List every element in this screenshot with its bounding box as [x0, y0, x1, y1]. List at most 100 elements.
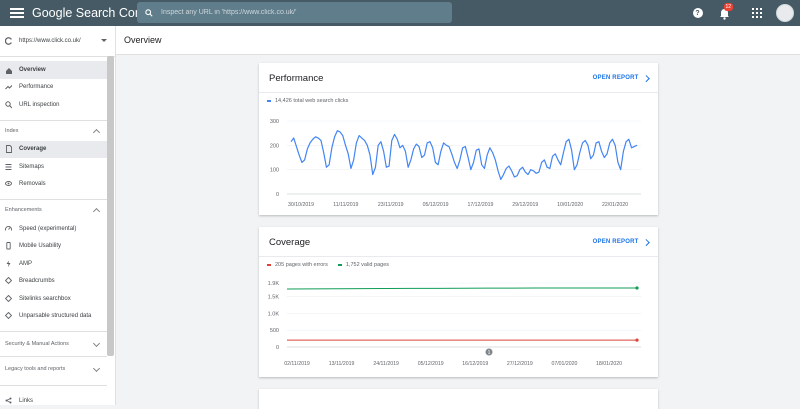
sidebar-item-label: URL inspection	[19, 101, 60, 108]
y-tick-label: 100	[270, 168, 279, 174]
diamond-icon	[5, 312, 12, 320]
x-tick-label: 24/11/2019	[373, 361, 399, 367]
sidebar-item-label: AMP	[19, 260, 33, 267]
coverage-chart: 0 500 1.0K 1.5K 1.9K 1 02/11/2019 13/11/2019 24/…	[268, 281, 641, 367]
annotation-marker-label: 1	[488, 350, 491, 356]
search-input[interactable]	[159, 8, 433, 17]
x-tick-label: 22/01/2020	[602, 202, 628, 208]
valid-endpoint	[635, 286, 639, 290]
x-tick-label: 05/12/2019	[423, 202, 449, 208]
sidebar-item-links[interactable]: Links	[0, 392, 115, 405]
performance-chart: 0 100 200 300 30/10/2019 11/11/2019 23/11/2019…	[270, 119, 641, 208]
sidebar-item-unparsable-structured-data[interactable]: Unparsable structured data	[0, 308, 115, 326]
sidebar-scrollbar[interactable]	[107, 56, 114, 356]
sidebar-item-amp[interactable]: AMP	[0, 255, 115, 273]
y-tick-label: 200	[270, 143, 279, 149]
chevron-down-icon[interactable]	[101, 39, 107, 42]
x-tick-label: 30/10/2019	[288, 202, 314, 208]
y-tick-label: 300	[270, 119, 279, 125]
chevron-down-icon	[92, 339, 101, 347]
search-icon	[5, 101, 12, 109]
sidebar-item-label: Links	[19, 397, 34, 404]
sidebar-item-mobile-usability[interactable]: Mobile Usability	[0, 238, 115, 256]
property-url: https://www.click.co.uk/	[19, 38, 81, 44]
diamond-icon	[5, 294, 12, 302]
sidebar-item-label: Sitelinks searchbox	[19, 295, 71, 302]
x-tick-label: 27/12/2019	[507, 361, 533, 367]
phone-icon	[5, 242, 12, 250]
sidebar-item-label: Sitemaps	[19, 163, 45, 170]
sidebar-item-label: Overview	[19, 66, 46, 73]
sitemap-icon	[5, 163, 12, 170]
x-tick-label: 11/11/2019	[333, 202, 358, 208]
x-tick-label: 13/11/2019	[329, 361, 355, 367]
valid-series-line	[286, 287, 637, 290]
search-icon	[145, 8, 153, 17]
x-tick-label: 16/12/2019	[462, 361, 488, 367]
section-legacy-header[interactable]: Legacy tools and reports	[0, 356, 107, 381]
help-icon[interactable]: ?	[692, 8, 703, 18]
speedometer-icon	[5, 225, 12, 232]
section-enhancements-label: Enhancements	[5, 207, 42, 213]
y-tick-label: 1.5K	[268, 294, 280, 300]
clicks-series-line	[290, 130, 638, 181]
y-tick-label: 0	[276, 345, 279, 351]
section-enhancements-header[interactable]: Enhancements	[0, 199, 107, 220]
sidebar-item-label: Unparsable structured data	[19, 313, 92, 320]
sidebar-item-label: Removals	[19, 181, 46, 188]
page-header: Overview	[116, 26, 800, 55]
page-title: Overview	[124, 35, 162, 45]
y-tick-label: 1.0K	[268, 311, 280, 317]
section-security-header[interactable]: Security & Manual Actions	[0, 331, 107, 356]
file-icon	[5, 145, 12, 154]
apps-grid-icon[interactable]	[751, 7, 762, 19]
sidebar-item-label: Breadcrumbs	[19, 278, 55, 285]
x-tick-label: 10/01/2020	[557, 202, 583, 208]
lightning-icon	[5, 260, 12, 267]
sidebar-item-sitelinks-searchbox[interactable]: Sitelinks searchbox	[0, 290, 115, 308]
x-tick-label: 05/12/2019	[418, 361, 444, 367]
home-icon	[5, 66, 12, 74]
sidebar-item-label: Performance	[19, 84, 54, 91]
y-tick-label: 500	[270, 328, 279, 334]
sidebar-item-label: Coverage	[19, 146, 47, 153]
sidebar-item-overview[interactable]: Overview	[0, 61, 107, 79]
property-selector[interactable]: https://www.click.co.uk/	[0, 26, 115, 57]
chevron-down-icon	[92, 364, 101, 372]
x-tick-label: 17/12/2019	[467, 202, 493, 208]
section-index-header[interactable]: Index	[0, 119, 107, 141]
sidebar-item-label: Speed (experimental)	[19, 225, 77, 232]
property-icon	[5, 37, 12, 45]
x-tick-label: 23/11/2019	[378, 202, 404, 208]
errors-endpoint	[635, 338, 639, 342]
section-security-label: Security & Manual Actions	[5, 341, 69, 347]
coverage-card: Coverage OPEN REPORT 205 pages with erro…	[259, 227, 658, 377]
top-app-bar: Google Search Console ? 12	[0, 0, 800, 26]
trending-up-icon	[5, 84, 12, 91]
chevron-up-icon	[92, 128, 101, 136]
y-tick-label: 1.9K	[268, 281, 280, 287]
sidebar-item-url-inspection[interactable]: URL inspection	[0, 96, 115, 114]
x-tick-label: 18/01/2020	[596, 361, 622, 367]
sidebar-item-breadcrumbs[interactable]: Breadcrumbs	[0, 273, 115, 291]
sidebar: https://www.click.co.uk/ Overview Perform…	[0, 26, 116, 405]
hamburger-menu-icon[interactable]	[10, 8, 24, 18]
x-tick-label: 02/11/2019	[284, 361, 310, 367]
section-legacy-label: Legacy tools and reports	[5, 366, 66, 372]
url-inspection-search[interactable]	[137, 2, 452, 23]
links-icon	[5, 397, 12, 404]
notifications-bell-icon[interactable]: 12	[719, 3, 734, 20]
eye-off-icon	[5, 181, 12, 188]
sidebar-item-performance[interactable]: Performance	[0, 79, 115, 97]
sidebar-item-label: Mobile Usability	[19, 243, 62, 250]
account-avatar[interactable]	[776, 4, 794, 22]
diamond-icon	[5, 277, 12, 285]
y-tick-label: 0	[276, 192, 279, 198]
notification-count-badge: 12	[723, 3, 734, 11]
next-card	[259, 389, 658, 409]
sidebar-item-sitemaps[interactable]: Sitemaps	[0, 158, 115, 176]
section-index-label: Index	[5, 127, 19, 134]
sidebar-item-speed-experimental[interactable]: Speed (experimental)	[0, 220, 115, 238]
sidebar-item-removals[interactable]: Removals	[0, 176, 115, 194]
sidebar-item-coverage[interactable]: Coverage	[0, 140, 107, 158]
